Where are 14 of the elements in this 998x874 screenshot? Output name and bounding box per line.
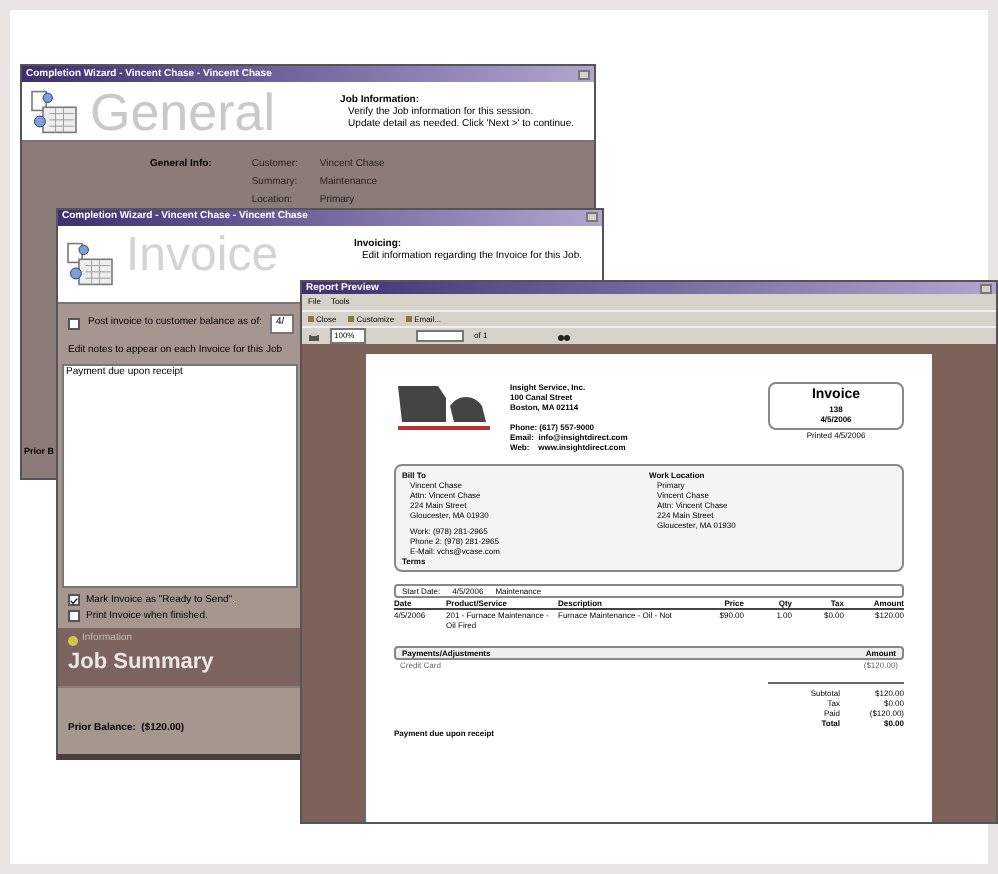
printer-icon[interactable] [308,331,320,341]
logo-drawing [394,382,494,434]
document-grid-icon [30,89,78,133]
close-button[interactable] [980,283,992,293]
binoculars-icon[interactable] [557,331,570,341]
document-grid-icon [66,242,114,287]
checkbox[interactable] [68,610,80,623]
page-field[interactable] [416,330,464,342]
close-button[interactable] [586,212,598,223]
close-button[interactable] [578,69,590,79]
info-icon [68,635,78,646]
summary-title: Job Summary [68,647,214,676]
checkbox[interactable] [68,594,80,607]
checkbox[interactable] [68,318,80,331]
